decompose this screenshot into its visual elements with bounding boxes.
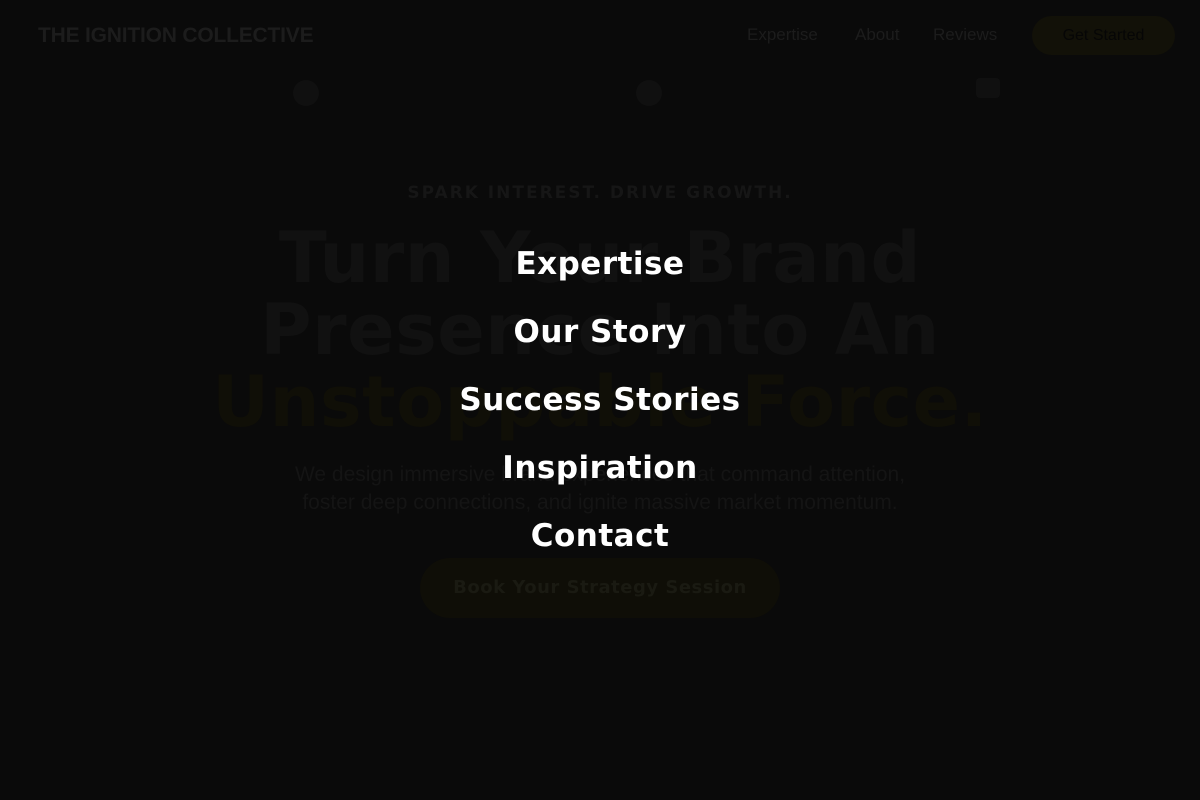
menu-item-expertise[interactable]: Expertise bbox=[0, 244, 1200, 284]
menu-overlay: Expertise Our Story Success Stories Insp… bbox=[0, 0, 1200, 800]
menu-item-inspiration[interactable]: Inspiration bbox=[0, 448, 1200, 488]
page: THE IGNITION COLLECTIVE Expertise About … bbox=[0, 0, 1200, 800]
menu-item-success-stories[interactable]: Success Stories bbox=[0, 380, 1200, 420]
menu-item-contact[interactable]: Contact bbox=[0, 516, 1200, 556]
menu-item-our-story[interactable]: Our Story bbox=[0, 312, 1200, 352]
